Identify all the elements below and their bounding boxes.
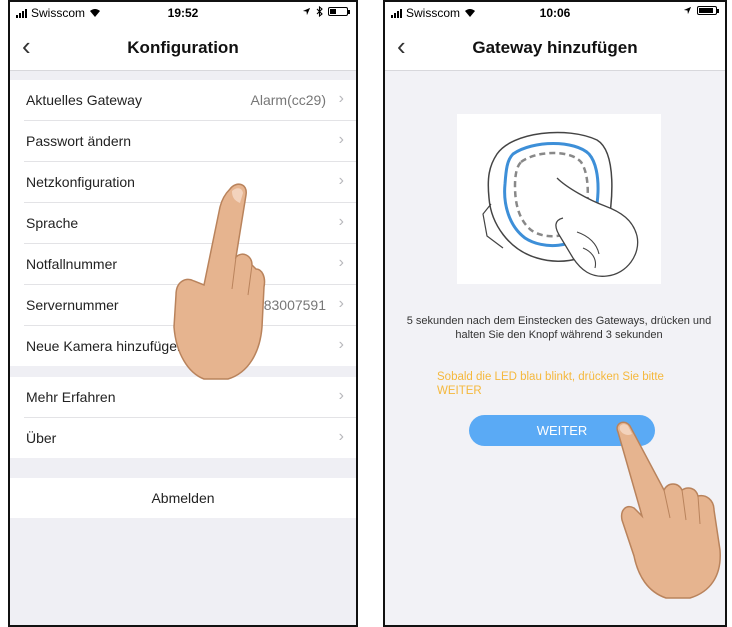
battery-icon [328,7,350,16]
row-language[interactable]: Sprache › [24,203,356,244]
nav-bar: ‹ Konfiguration [10,24,356,71]
row-label: Servernummer [26,297,119,313]
nav-bar: ‹ Gateway hinzufügen [385,24,725,71]
status-bar: Swisscom 10:06 [385,2,725,24]
row-label: Sprache [26,215,79,231]
chevron-right-icon: › [338,254,344,271]
row-current-gateway[interactable]: Aktuelles Gateway Alarm(cc29) › [24,80,356,121]
row-value: -83007591 [259,297,326,313]
phone-screen-configuration: Swisscom 19:52 ‹ Konfiguration Aktuelles… [8,0,358,627]
phone-screen-add-gateway: Swisscom 10:06 ‹ Gateway hinzufügen 5 se… [383,0,727,627]
location-icon [302,7,311,16]
row-label: Notfallnummer [26,256,118,272]
row-emergency-number[interactable]: Notfallnummer › [24,244,356,285]
page-title: Gateway hinzufügen [472,38,638,57]
row-label: Über [26,430,57,446]
weiter-button[interactable]: WEITER [469,415,655,446]
row-change-password[interactable]: Passwort ändern › [24,121,356,162]
chevron-right-icon: › [338,387,344,404]
status-bar: Swisscom 19:52 [10,2,356,24]
bluetooth-icon [316,6,323,17]
settings-group-info: Mehr Erfahren › Über › [10,377,356,458]
row-label: Netzkonfiguration [26,174,135,190]
logout-button[interactable]: Abmelden [10,478,356,518]
chevron-right-icon: › [338,428,344,445]
battery-icon [697,6,719,15]
row-label: Mehr Erfahren [26,389,116,405]
location-icon [683,6,692,15]
row-label: Neue Kamera hinzufügen [26,338,185,354]
row-about[interactable]: Über › [24,418,356,458]
chevron-right-icon: › [338,336,344,353]
row-network-config[interactable]: Netzkonfiguration › [24,162,356,203]
chevron-right-icon: › [338,213,344,230]
gateway-button-illustration-icon [482,131,639,277]
row-label: Aktuelles Gateway [26,92,142,108]
hint-text: Sobald die LED blau blinkt, drücken Sie … [437,371,664,397]
pointing-hand-icon [616,421,721,599]
row-value: Alarm(cc29) [250,92,326,108]
chevron-right-icon: › [338,172,344,189]
row-learn-more[interactable]: Mehr Erfahren › [24,377,356,418]
gateway-illustration [457,114,661,284]
chevron-right-icon: › [338,131,344,148]
row-server-number[interactable]: Servernummer -83007591 › [24,285,356,326]
page-title: Konfiguration [127,38,239,57]
chevron-right-icon: › [338,90,344,107]
chevron-right-icon: › [338,295,344,312]
status-time: 10:06 [539,6,571,20]
instruction-text: 5 sekunden nach dem Einstecken des Gatew… [406,315,712,341]
row-add-camera[interactable]: Neue Kamera hinzufügen › [24,326,356,366]
row-label: Passwort ändern [26,133,132,149]
settings-group-main: Aktuelles Gateway Alarm(cc29) › Passwort… [10,80,356,366]
